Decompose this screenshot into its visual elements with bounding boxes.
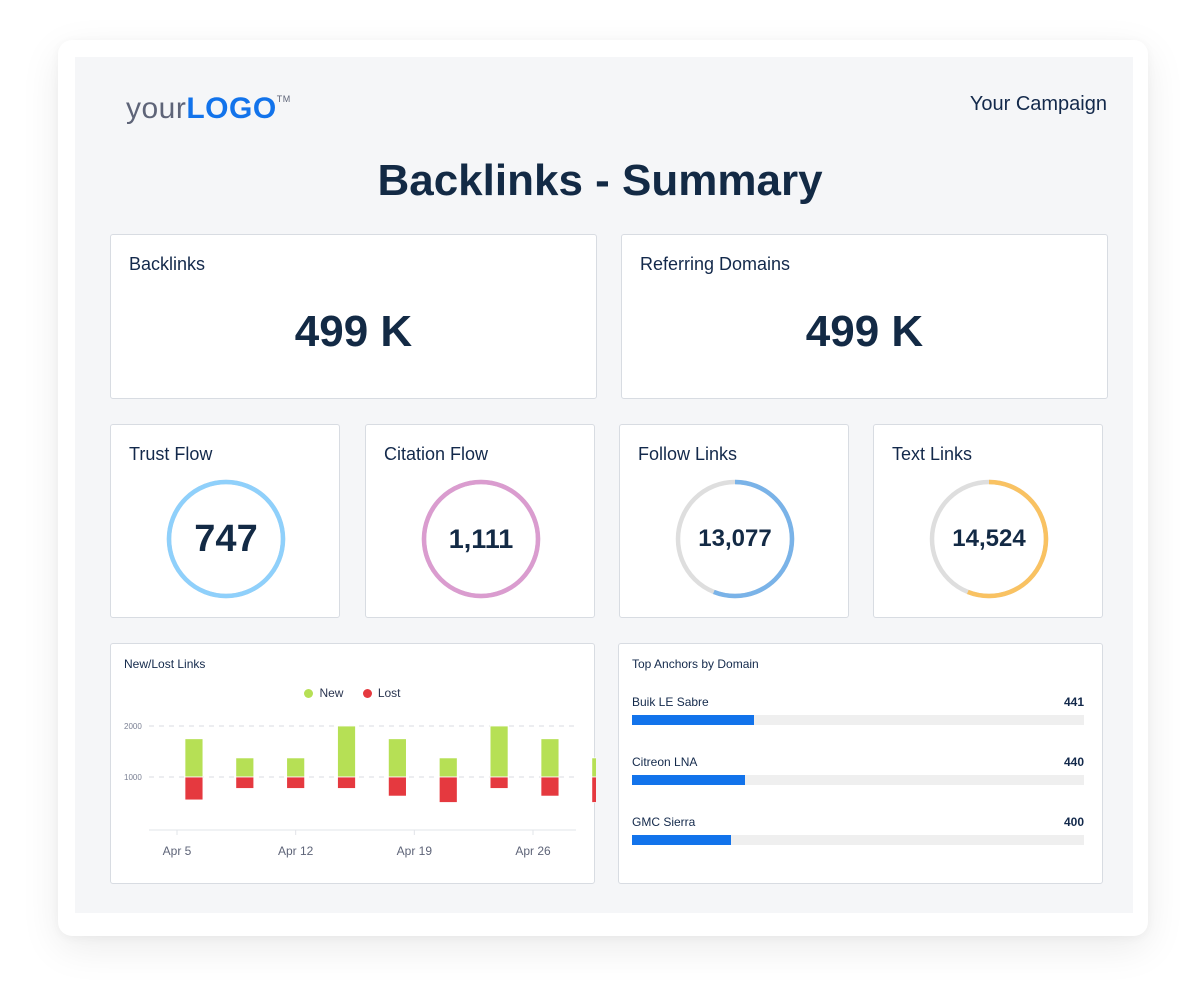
logo-trademark: TM [276, 94, 291, 104]
trust-flow-value: 747 [194, 518, 258, 560]
anchor-row: Buik LE Sabre 441 [632, 695, 1084, 745]
anchor-count: 440 [1063, 755, 1084, 769]
bar-new [591, 757, 596, 778]
bar-lost [540, 776, 560, 797]
legend-new-label: New [319, 686, 344, 700]
bar-lost [337, 776, 356, 789]
y-tick-label: 2000 [124, 722, 142, 731]
backlinks-label: Backlinks [129, 254, 206, 274]
new-lost-title: New/Lost Links [124, 657, 206, 671]
new-lost-links-card: 1000 2000 Apr 5 Apr 12 Apr 19 Apr 26 New/Lost… [110, 643, 596, 884]
campaign-name: Your Campaign [969, 93, 1107, 115]
referring-domains-value: 499 K [805, 307, 924, 356]
anchor-count: 441 [1063, 695, 1084, 709]
anchor-name: Citreon LNA [632, 755, 698, 769]
text-links-label: Text Links [892, 444, 973, 464]
bar-new [235, 757, 255, 778]
legend-item-new[interactable]: New [304, 686, 343, 700]
x-tick-label: Apr 5 [163, 844, 192, 858]
anchor-bar-fill [632, 835, 732, 845]
anchor-bar-track [632, 775, 1084, 785]
bar-lost [591, 776, 596, 803]
logo: yourLOGOTM [126, 92, 291, 126]
legend-lost-label: Lost [377, 686, 401, 700]
bar-new [540, 738, 560, 778]
new-lost-chart: 1000 2000 Apr 5 Apr 12 Apr 19 Apr 26 [124, 722, 596, 858]
top-anchors-title: Top Anchors by Domain [632, 657, 759, 671]
anchor-name: GMC Sierra [632, 815, 696, 829]
backlinks-value: 499 K [294, 307, 413, 356]
follow-links-card: Follow Links 13,077 [619, 424, 849, 618]
top-anchors-card: Top Anchors by Domain Buik LE Sabre 441 … [618, 643, 1103, 884]
anchor-row: Citreon LNA 440 [632, 755, 1084, 805]
citation-flow-value: 1,111 [448, 524, 514, 554]
follow-links-ring: 13,077 [675, 479, 795, 599]
anchor-row: GMC Sierra 400 [632, 815, 1084, 865]
referring-domains-card: Referring Domains 499 K [621, 234, 1108, 399]
logo-prefix: your [126, 92, 187, 125]
backlinks-card: Backlinks 499 K [110, 234, 597, 399]
bar-new [184, 738, 204, 778]
x-tick-label: Apr 26 [515, 844, 551, 858]
page-title: Backlinks - Summary [377, 156, 823, 205]
bar-lost [235, 776, 255, 789]
bar-new [337, 725, 356, 778]
referring-domains-label: Referring Domains [640, 254, 791, 274]
bar-lost [387, 776, 407, 797]
follow-links-label: Follow Links [638, 444, 738, 464]
bar-new [438, 757, 458, 778]
citation-flow-card: Citation Flow 1,111 [365, 424, 595, 618]
citation-flow-ring: 1,111 [421, 479, 541, 599]
y-tick-label: 1000 [124, 773, 142, 782]
anchor-bar-track [632, 715, 1084, 725]
bar-new [387, 738, 407, 778]
bar-lost [438, 776, 458, 803]
trust-flow-label: Trust Flow [129, 444, 213, 464]
anchor-count: 400 [1063, 815, 1084, 829]
bar-new [286, 757, 306, 778]
trust-flow-ring: 747 [166, 479, 286, 599]
anchor-name: Buik LE Sabre [632, 695, 709, 709]
follow-links-value: 13,077 [698, 525, 772, 552]
bar-new [489, 725, 509, 778]
x-tick-label: Apr 12 [278, 844, 314, 858]
bar-lost [286, 776, 306, 789]
logo-brand: LOGO [186, 92, 277, 125]
text-links-value: 14,524 [952, 525, 1026, 552]
text-links-card: Text Links 14,524 [873, 424, 1103, 618]
legend-new-dot-icon [304, 688, 314, 698]
citation-flow-label: Citation Flow [384, 444, 489, 464]
text-links-ring: 14,524 [929, 479, 1049, 599]
chart-legend: New Lost [111, 686, 594, 701]
legend-item-lost[interactable]: Lost [362, 686, 401, 700]
x-tick-label: Apr 19 [397, 844, 433, 858]
bar-lost [489, 776, 509, 789]
anchor-bar-track [632, 835, 1084, 845]
legend-lost-dot-icon [362, 688, 372, 698]
anchor-bar-fill [632, 775, 745, 785]
trust-flow-card: Trust Flow 747 [110, 424, 340, 618]
anchor-bar-fill [632, 715, 755, 725]
bar-lost [184, 776, 204, 801]
